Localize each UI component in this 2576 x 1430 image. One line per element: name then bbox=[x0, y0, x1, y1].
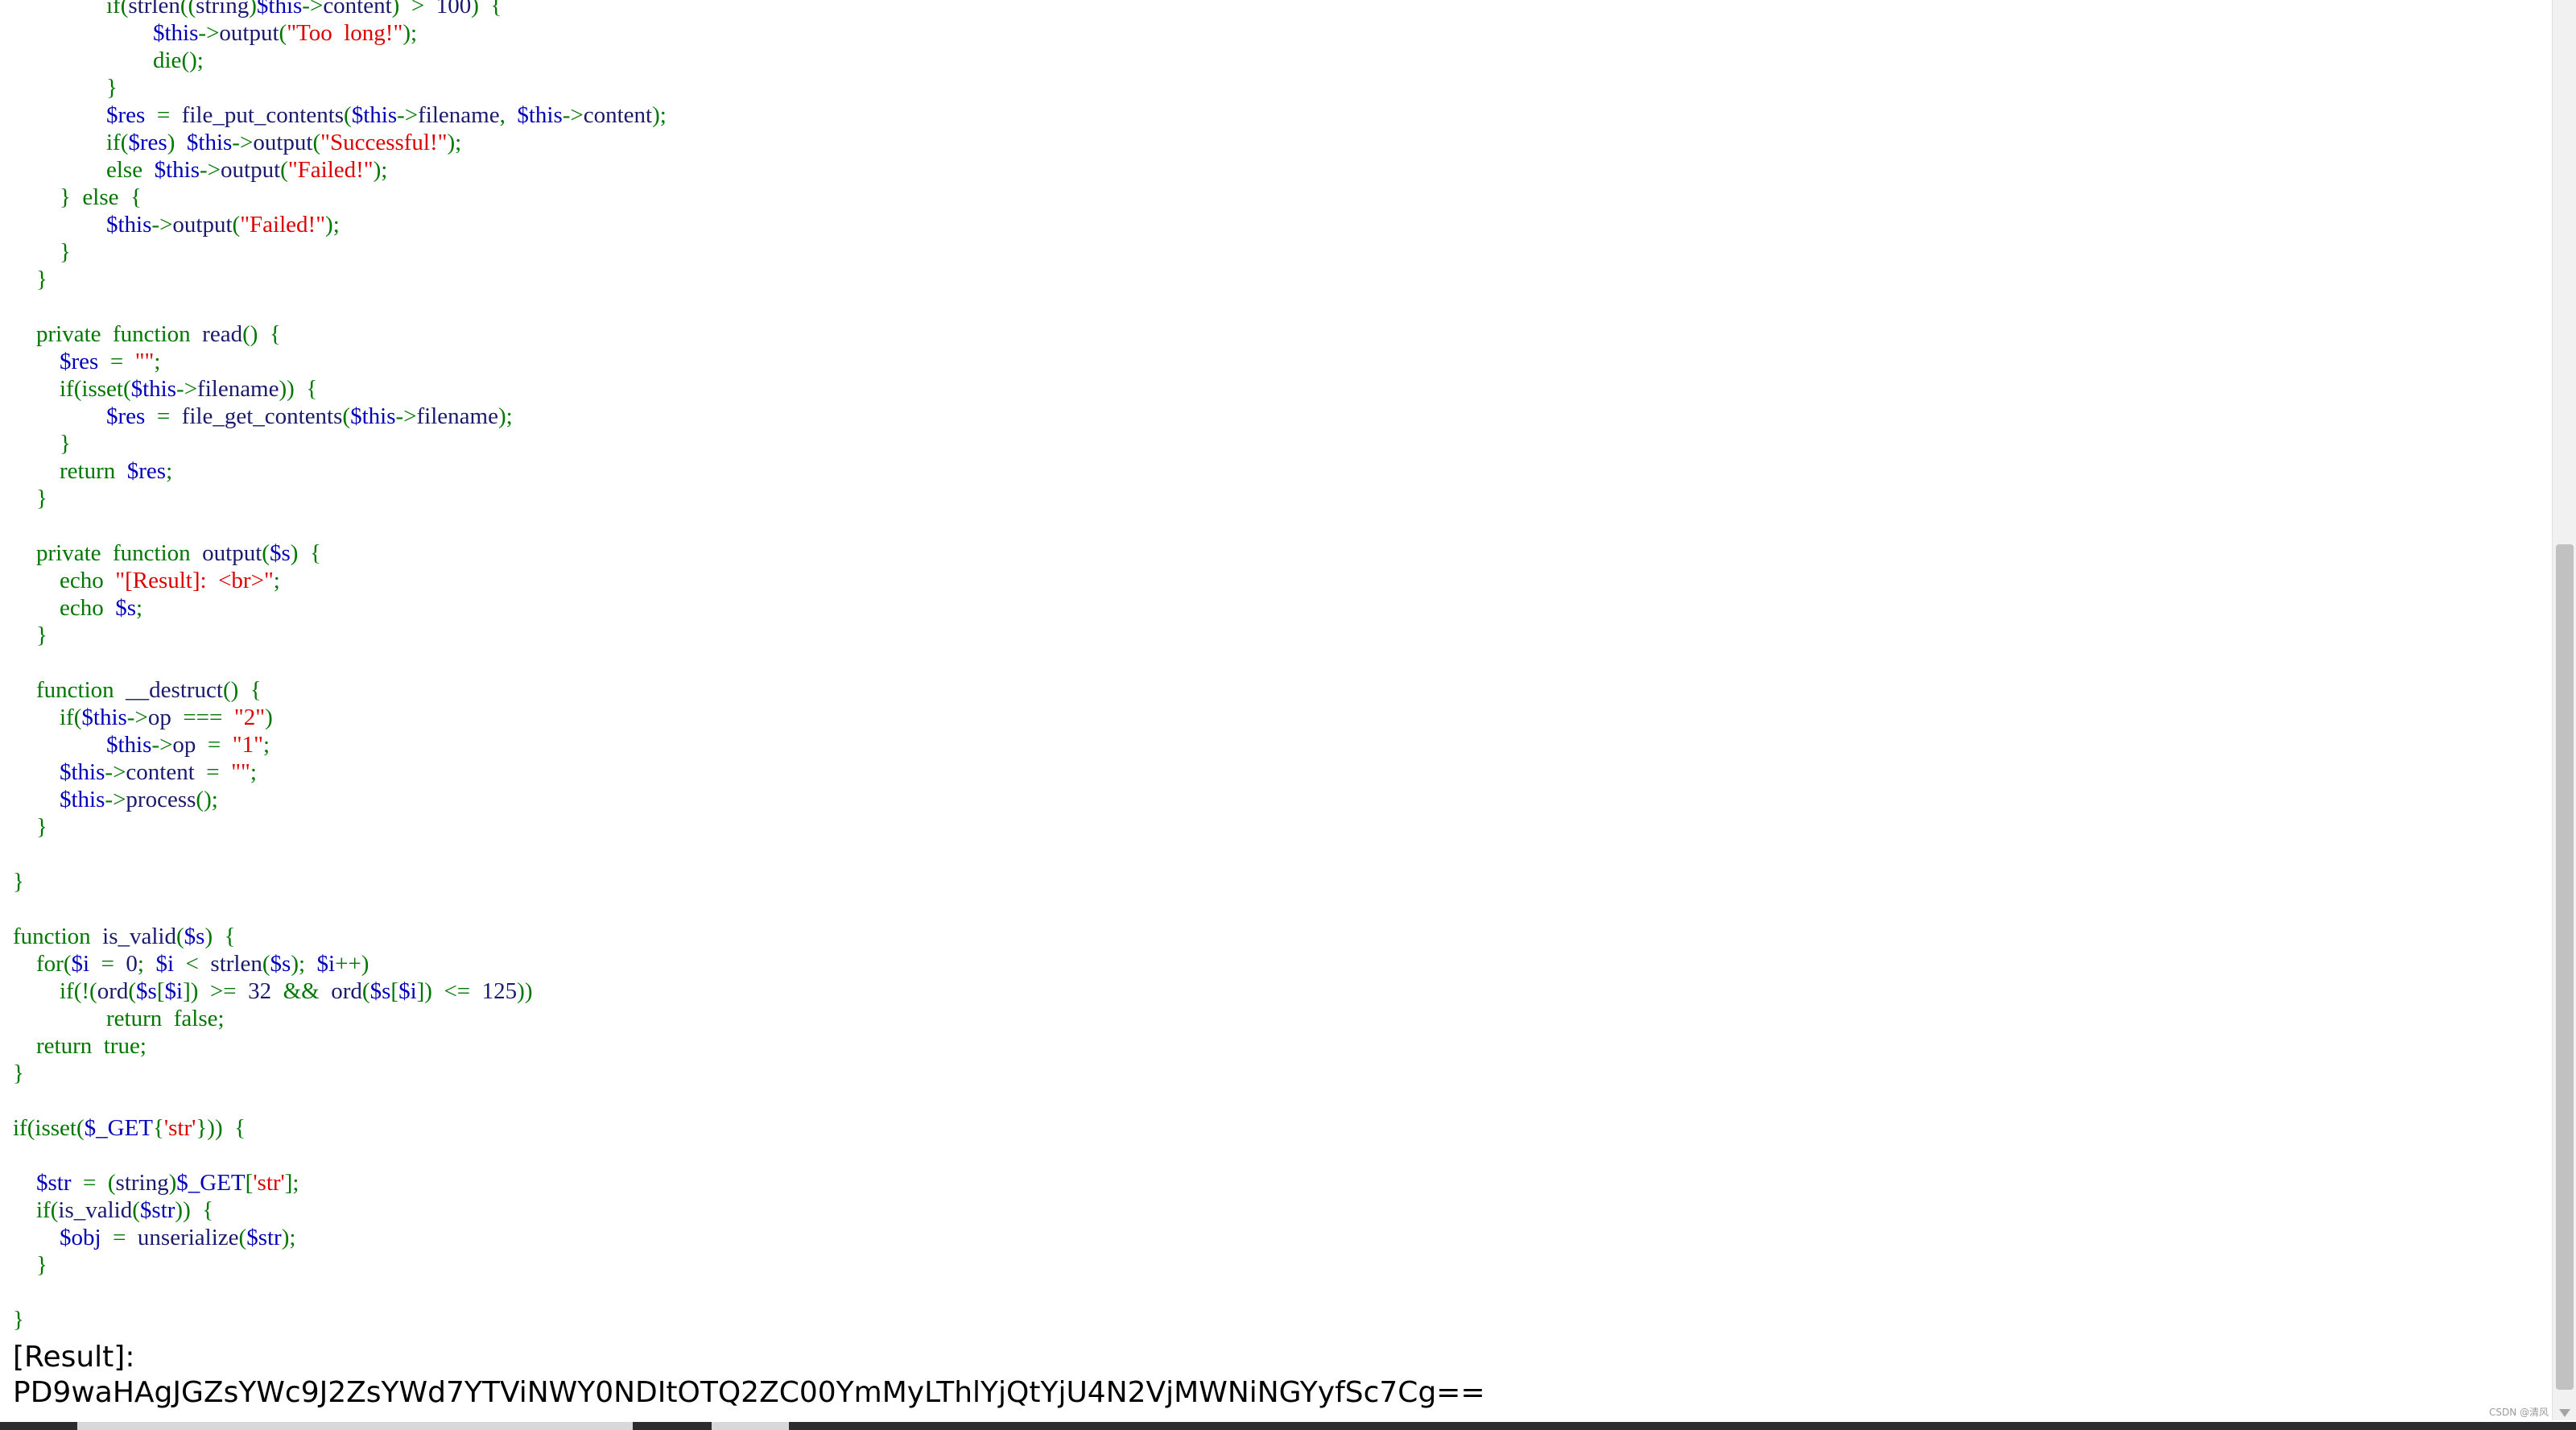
code-line: } bbox=[36, 814, 47, 840]
taskbar-segment bbox=[77, 1422, 633, 1430]
php-source-code: if(strlen((string)$this->content) > 100)… bbox=[13, 0, 667, 1333]
code-line: if(!(ord($s[$i]) >= 32 && ord($s[$i]) <=… bbox=[60, 978, 533, 1004]
code-line: $res = file_put_contents($this->filename… bbox=[106, 102, 667, 128]
code-line: die(); bbox=[153, 48, 204, 73]
code-line: } bbox=[36, 622, 47, 648]
code-line: } bbox=[60, 431, 71, 457]
code-line: $obj = unserialize($str); bbox=[60, 1225, 296, 1250]
code-line: return true; bbox=[36, 1033, 147, 1059]
code-line: $this->content = ""; bbox=[60, 759, 257, 785]
taskbar-segment bbox=[712, 1422, 789, 1430]
code-line: } bbox=[106, 75, 118, 101]
code-line: if(is_valid($str)) { bbox=[36, 1197, 214, 1223]
code-line: } bbox=[13, 869, 24, 895]
code-line: } else { bbox=[60, 184, 142, 210]
code-line: } bbox=[60, 239, 71, 265]
scroll-down-arrow-icon[interactable] bbox=[2559, 1409, 2570, 1417]
code-line: $res = ""; bbox=[60, 349, 161, 374]
code-line: $str = (string)$_GET['str']; bbox=[36, 1170, 299, 1196]
code-line: function is_valid($s) { bbox=[13, 924, 236, 949]
code-line: $this->output("Failed!"); bbox=[106, 212, 340, 238]
scrollbar-thumb[interactable] bbox=[2556, 544, 2574, 1390]
code-line: $res = file_get_contents($this->filename… bbox=[106, 403, 513, 429]
vertical-scrollbar[interactable] bbox=[2552, 0, 2576, 1420]
code-line: if(isset($this->filename)) { bbox=[60, 376, 318, 402]
taskbar-strip bbox=[0, 1422, 2576, 1430]
code-line: $this->output("Too long!"); bbox=[153, 20, 418, 46]
result-label: [Result]: bbox=[13, 1341, 135, 1374]
code-line: } bbox=[36, 486, 47, 511]
result-base64-value: PD9waHAgJGZsYWc9J2ZsYWd7YTViNWY0NDItOTQ2… bbox=[13, 1376, 1485, 1409]
code-line: if(isset($_GET{'str'})) { bbox=[13, 1115, 246, 1141]
code-line: } bbox=[36, 267, 47, 292]
code-line: for($i = 0; $i < strlen($s); $i++) bbox=[36, 951, 369, 977]
code-line: else $this->output("Failed!"); bbox=[106, 157, 388, 183]
code-line: if($res) $this->output("Successful!"); bbox=[106, 130, 462, 155]
watermark: CSDN @清风 bbox=[2488, 1407, 2549, 1418]
code-line: return false; bbox=[106, 1006, 225, 1031]
code-line: echo "[Result]: <br>"; bbox=[60, 568, 280, 593]
result-output: [Result]: PD9waHAgJGZsYWc9J2ZsYWd7YTViNW… bbox=[13, 1340, 1485, 1411]
code-line: } bbox=[13, 1060, 24, 1086]
code-line: } bbox=[36, 1252, 47, 1278]
code-line: return $res; bbox=[60, 458, 173, 484]
code-line: echo $s; bbox=[60, 595, 143, 621]
code-line: if($this->op === "2") bbox=[60, 705, 273, 730]
code-line: $this->op = "1"; bbox=[106, 732, 270, 758]
code-line: $this->process(); bbox=[60, 787, 218, 812]
code-line: function __destruct() { bbox=[36, 677, 262, 703]
code-line: private function read() { bbox=[36, 321, 281, 347]
code-line: private function output($s) { bbox=[36, 540, 321, 566]
code-line: if(strlen((string)$this->content) > 100)… bbox=[106, 0, 502, 19]
code-line: } bbox=[13, 1307, 24, 1333]
